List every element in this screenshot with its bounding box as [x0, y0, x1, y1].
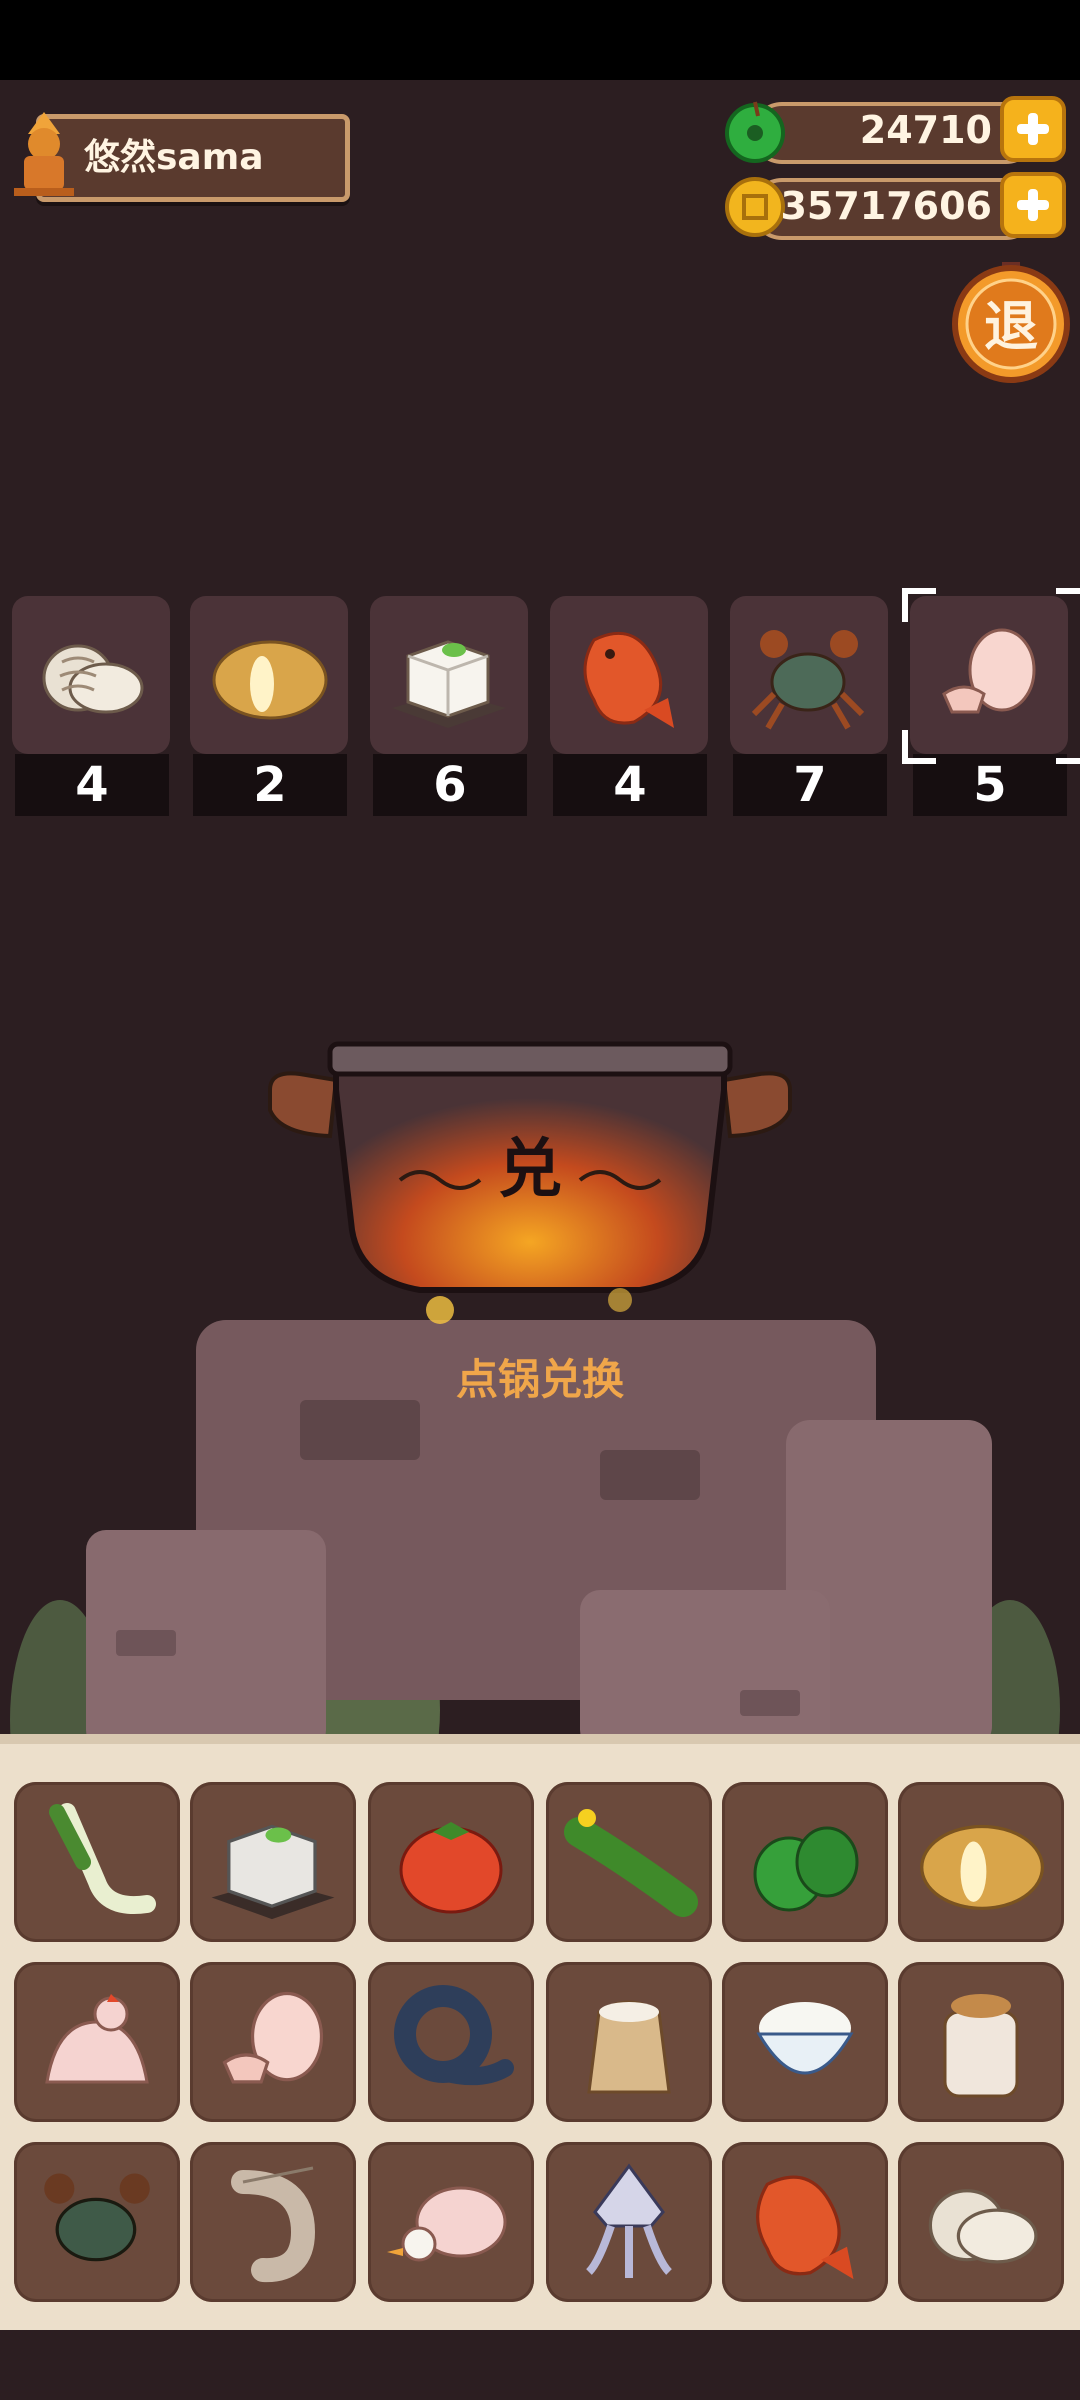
inventory-squid[interactable]: [546, 2142, 712, 2302]
clam-icon: [928, 2189, 1038, 2264]
required-count: 4: [553, 754, 707, 816]
duck-icon: [387, 2186, 507, 2262]
flour-sack-icon: [587, 2000, 671, 2094]
pot-character: 兑: [498, 1132, 562, 1207]
leek-icon: [49, 1803, 156, 1914]
fish-icon: [756, 2175, 854, 2280]
required-count: 6: [373, 754, 527, 816]
tofu-icon: [211, 1824, 335, 1920]
player-name: 悠然sama: [84, 137, 264, 178]
clam-icon: [42, 644, 144, 714]
eel-icon: [394, 1985, 514, 2086]
inventory-flour-sack[interactable]: [546, 1962, 712, 2122]
required-count: 2: [193, 754, 347, 816]
required-slot-tofu[interactable]: 6: [370, 596, 528, 816]
inventory-crab[interactable]: [14, 2142, 180, 2302]
required-count: 4: [15, 754, 169, 816]
egg-icon: [222, 1991, 324, 2084]
required-slot-fish[interactable]: 4: [550, 596, 708, 816]
add-jade-button[interactable]: [1000, 96, 1066, 162]
inventory-leek[interactable]: [14, 1782, 180, 1942]
inventory-chicken[interactable]: [14, 1962, 180, 2122]
required-slot-crab[interactable]: 7: [730, 596, 888, 816]
inventory-tofu[interactable]: [190, 1782, 356, 1942]
pot-exchange-label: 点锅兑换: [455, 1355, 624, 1404]
shrimp-icon: [231, 2166, 316, 2283]
egg-icon: [942, 628, 1036, 714]
jade-value: 24710: [859, 108, 992, 152]
coin-value: 35717606: [780, 184, 992, 228]
required-slot-egg-selected[interactable]: 5: [902, 588, 1080, 816]
inventory-rice-bowl[interactable]: [722, 1962, 888, 2122]
inventory-tomato[interactable]: [368, 1782, 534, 1942]
rice-bowl-icon: [756, 2002, 854, 2075]
fish-icon: [583, 631, 674, 728]
inventory-fish[interactable]: [722, 2142, 888, 2302]
inventory-sauce-jar[interactable]: [898, 1962, 1064, 2122]
required-count: 5: [913, 754, 1067, 816]
player-avatar-icon[interactable]: [6, 104, 82, 196]
exit-button-label: 退: [984, 295, 1038, 358]
required-slot-clam[interactable]: 4: [12, 596, 170, 816]
squid-icon: [586, 2163, 672, 2278]
tomato-icon: [399, 1822, 503, 1914]
tray-bottom-shadow: [0, 2330, 1080, 2400]
inventory-cucumber[interactable]: [546, 1782, 712, 1942]
selection-corner: [1056, 730, 1080, 764]
inventory-eel[interactable]: [368, 1962, 534, 2122]
inventory-green-pepper[interactable]: [722, 1782, 888, 1942]
chicken-icon: [45, 1994, 149, 2084]
sauce-jar-icon: [943, 1994, 1019, 2098]
inventory-shrimp[interactable]: [190, 2142, 356, 2302]
add-coin-button[interactable]: [1000, 172, 1066, 238]
inventory-clam[interactable]: [898, 2142, 1064, 2302]
inventory-duck[interactable]: [368, 2142, 534, 2302]
tofu-icon: [392, 640, 506, 728]
cucumber-icon: [564, 1809, 698, 1917]
inventory-egg[interactable]: [190, 1962, 356, 2122]
status-bar: [0, 0, 1080, 80]
crab-icon: [44, 2173, 150, 2262]
required-slot-potato[interactable]: 2: [190, 596, 348, 816]
selection-corner: [1056, 588, 1080, 622]
crab-icon: [751, 630, 865, 730]
green-pepper-icon: [753, 1826, 859, 1912]
required-count: 7: [733, 754, 887, 816]
selection-corner: [902, 730, 936, 764]
potato-icon: [212, 640, 328, 720]
potato-icon: [920, 1824, 1044, 1910]
inventory-potato[interactable]: [898, 1782, 1064, 1942]
selection-corner: [902, 588, 936, 622]
